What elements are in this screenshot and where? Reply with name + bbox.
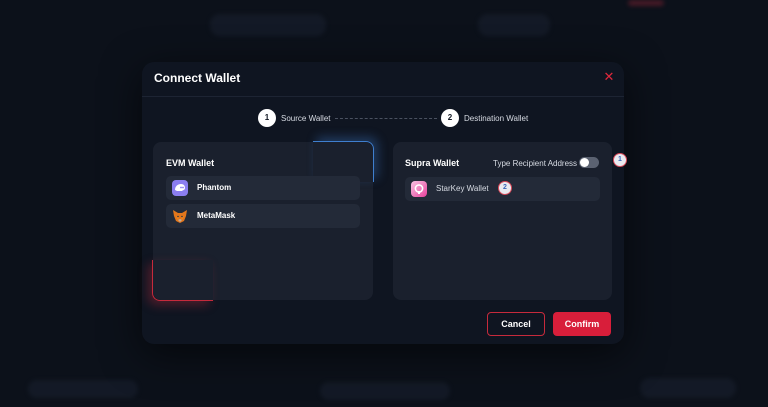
destination-panel-title: Supra Wallet <box>405 158 460 168</box>
wallet-name-starkey: StarKey Wallet <box>436 184 489 193</box>
phantom-icon <box>172 180 188 196</box>
destination-wallet-panel: Supra Wallet Type Recipient Address Star… <box>393 142 612 300</box>
annotation-marker-1: 1 <box>613 153 627 167</box>
background-accent <box>628 0 664 6</box>
modal-title: Connect Wallet <box>154 71 241 85</box>
cancel-button[interactable]: Cancel <box>487 312 545 336</box>
background-header-block <box>478 14 550 36</box>
step-connector <box>335 118 437 119</box>
background-footer-block <box>28 380 138 398</box>
wallet-name-phantom: Phantom <box>197 183 232 192</box>
modal-divider <box>142 96 624 97</box>
recipient-address-toggle[interactable] <box>579 157 599 168</box>
metamask-fox-icon <box>172 208 188 224</box>
toggle-knob <box>580 158 589 167</box>
connect-wallet-modal: Connect Wallet ✕ 1 Source Wallet 2 Desti… <box>142 62 627 344</box>
step-1-label: Source Wallet <box>281 114 331 123</box>
step-1-circle: 1 <box>258 109 276 127</box>
step-2-circle: 2 <box>441 109 459 127</box>
source-panel-title: EVM Wallet <box>166 158 215 168</box>
wallet-option-phantom[interactable]: Phantom <box>166 176 360 200</box>
close-icon[interactable]: ✕ <box>602 70 616 84</box>
background-footer-block <box>320 382 450 400</box>
annotation-marker-2: 2 <box>498 181 512 195</box>
step-2-label: Destination Wallet <box>464 114 529 123</box>
source-wallet-panel: EVM Wallet Phantom MetaMask <box>152 141 374 301</box>
background-footer-block <box>640 378 736 398</box>
wallet-option-metamask[interactable]: MetaMask <box>166 204 360 228</box>
confirm-button[interactable]: Confirm <box>553 312 611 336</box>
wallet-name-metamask: MetaMask <box>197 211 236 220</box>
starkey-icon <box>411 181 427 197</box>
background-header-block <box>210 14 326 36</box>
recipient-address-toggle-label: Type Recipient Address <box>493 159 578 168</box>
panel-glow-red <box>152 260 213 301</box>
